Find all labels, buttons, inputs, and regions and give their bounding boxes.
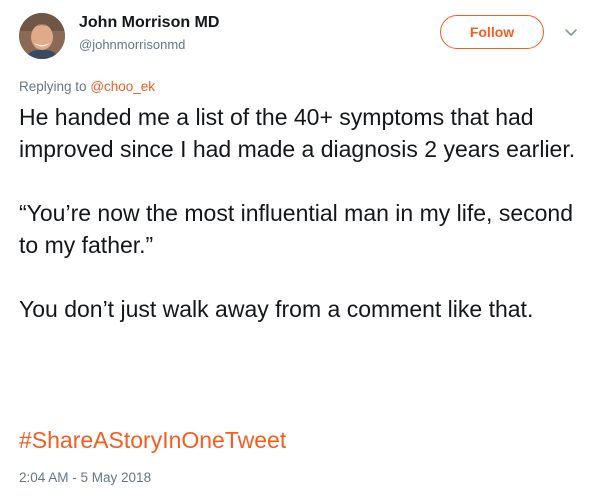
reply-mention-link[interactable]: @choo_ek xyxy=(90,79,155,94)
tweet-timestamp[interactable]: 2:04 AM - 5 May 2018 xyxy=(19,470,151,485)
tweet-paragraph: He handed me a list of the 40+ symptoms … xyxy=(19,104,576,162)
profile-photo-icon xyxy=(19,13,65,59)
tweet-paragraph: “You’re now the most influential man in … xyxy=(19,200,573,258)
reply-context: Replying to @choo_ek xyxy=(19,79,155,94)
author-handle[interactable]: @johnmorrisonmd xyxy=(79,37,185,52)
follow-button[interactable]: Follow xyxy=(440,15,544,49)
tweet-text: He handed me a list of the 40+ symptoms … xyxy=(19,101,579,325)
author-name[interactable]: John Morrison MD xyxy=(79,14,219,32)
tweet-paragraph: You don’t just walk away from a comment … xyxy=(19,296,534,322)
avatar[interactable] xyxy=(19,13,65,59)
chevron-down-icon[interactable] xyxy=(563,24,579,40)
reply-prefix: Replying to xyxy=(19,79,87,94)
hashtag-link[interactable]: #ShareAStoryInOneTweet xyxy=(19,424,286,456)
